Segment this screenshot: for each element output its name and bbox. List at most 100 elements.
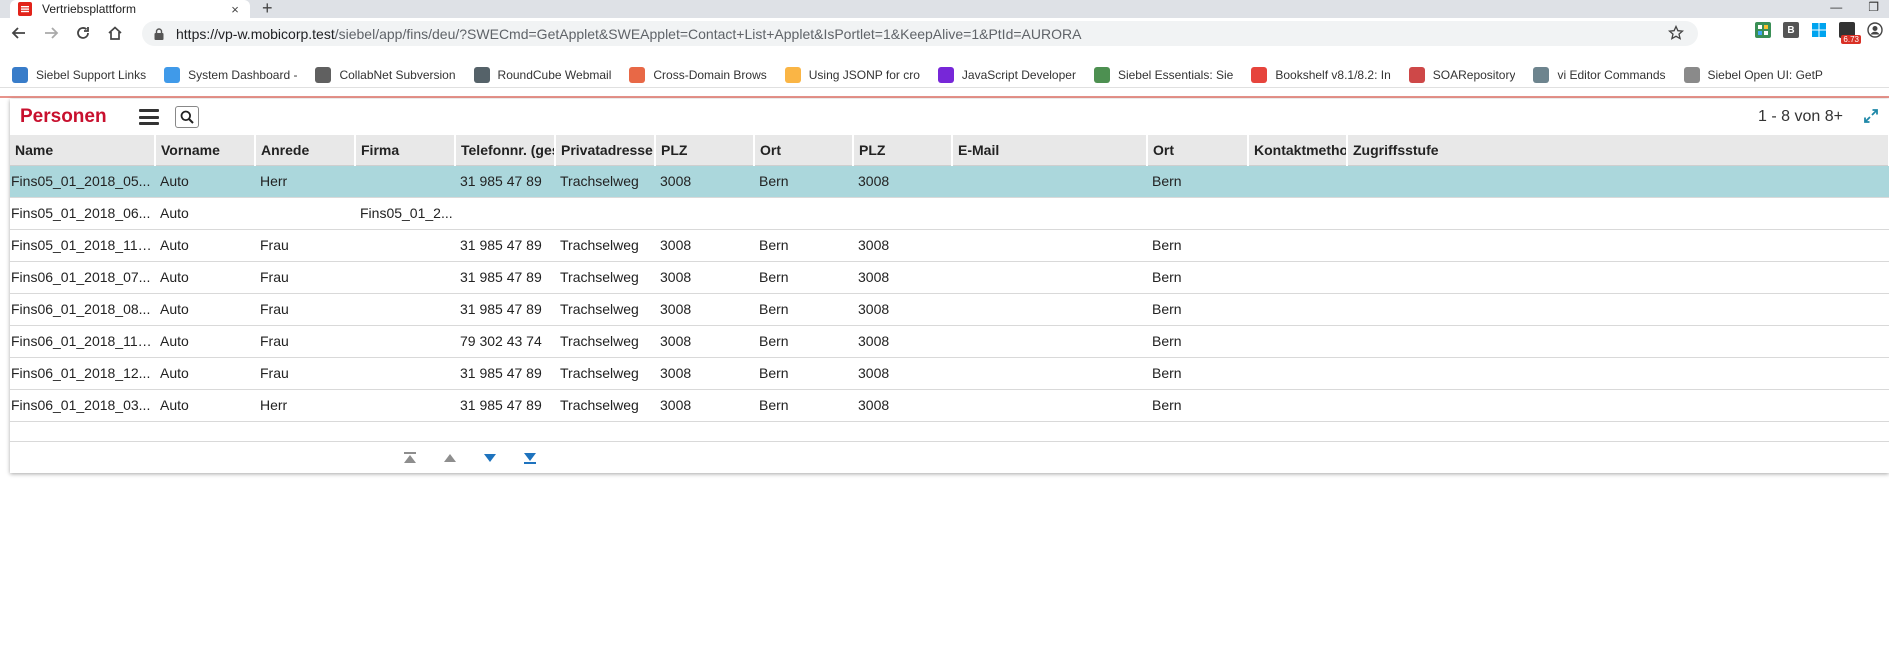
table-cell[interactable]: Herr: [255, 389, 355, 422]
table-cell[interactable]: Bern: [754, 325, 853, 358]
browser-tab[interactable]: Vertriebsplattform ×: [10, 0, 250, 18]
bookmark-item[interactable]: Using JSONP for cro: [784, 66, 920, 83]
table-cell[interactable]: 3008: [655, 325, 754, 358]
table-cell[interactable]: [1248, 325, 1347, 358]
bookmark-star-icon[interactable]: [1667, 24, 1685, 44]
search-button[interactable]: [174, 106, 199, 128]
table-cell[interactable]: [952, 357, 1147, 390]
table-cell[interactable]: 31 985 47 89: [455, 165, 555, 198]
table-cell[interactable]: [952, 293, 1147, 326]
table-cell[interactable]: 3008: [655, 389, 754, 422]
bookmark-item[interactable]: RoundCube Webmail: [473, 66, 611, 83]
table-cell[interactable]: Trachselweg: [555, 357, 655, 390]
column-header[interactable]: Zugriffsstufe: [1347, 135, 1889, 166]
column-header[interactable]: PLZ: [655, 135, 755, 166]
table-cell[interactable]: [355, 261, 455, 294]
table-cell[interactable]: Frau: [255, 357, 355, 390]
table-cell[interactable]: [355, 165, 455, 198]
table-row[interactable]: Fins05_01_2018_05... Auto Herr 31 985 47 89…: [10, 165, 1889, 198]
next-page-icon[interactable]: [481, 451, 499, 465]
table-cell[interactable]: [1248, 197, 1347, 230]
table-cell[interactable]: 31 985 47 89: [455, 293, 555, 326]
bookmark-item[interactable]: JavaScript Developer: [937, 66, 1076, 83]
table-cell[interactable]: 31 985 47 89: [455, 389, 555, 422]
table-cell[interactable]: Bern: [1147, 165, 1248, 198]
table-cell[interactable]: [952, 165, 1147, 198]
table-cell[interactable]: [355, 229, 455, 262]
bookmark-item[interactable]: Siebel Essentials: Sie: [1093, 66, 1233, 83]
table-cell[interactable]: Bern: [754, 165, 853, 198]
table-cell[interactable]: 3008: [853, 165, 952, 198]
column-header[interactable]: E-Mail: [952, 135, 1148, 166]
table-cell[interactable]: Frau: [255, 325, 355, 358]
table-cell[interactable]: Auto: [155, 261, 255, 294]
table-cell[interactable]: [255, 197, 355, 230]
table-cell[interactable]: Bern: [754, 389, 853, 422]
table-cell[interactable]: Frau: [255, 293, 355, 326]
table-cell[interactable]: 3008: [655, 293, 754, 326]
extension-b-icon[interactable]: B: [1783, 22, 1799, 38]
forward-icon[interactable]: [38, 20, 64, 46]
table-cell[interactable]: [1347, 261, 1889, 294]
extension-grid-icon[interactable]: [1755, 22, 1771, 38]
table-cell[interactable]: Fins05_01_2018_11_...: [10, 229, 155, 262]
table-row[interactable]: Fins06_01_2018_12... Auto Frau 31 985 47 89…: [10, 357, 1889, 390]
table-cell[interactable]: [1347, 165, 1889, 198]
column-header[interactable]: Kontaktmethod: [1248, 135, 1348, 166]
table-cell[interactable]: [1147, 197, 1248, 230]
table-cell[interactable]: 3008: [853, 229, 952, 262]
table-cell[interactable]: Auto: [155, 357, 255, 390]
table-cell[interactable]: 3008: [655, 165, 754, 198]
table-cell[interactable]: [1347, 197, 1889, 230]
last-page-icon[interactable]: [521, 451, 539, 465]
table-cell[interactable]: Bern: [1147, 293, 1248, 326]
table-cell[interactable]: 31 985 47 89: [455, 357, 555, 390]
bookmark-item[interactable]: vi Editor Commands: [1533, 66, 1666, 83]
menu-icon[interactable]: [138, 109, 159, 125]
expand-icon[interactable]: [1863, 108, 1879, 129]
table-cell[interactable]: 31 985 47 89: [455, 261, 555, 294]
table-cell[interactable]: [1347, 389, 1889, 422]
table-cell[interactable]: Trachselweg: [555, 165, 655, 198]
table-cell[interactable]: Auto: [155, 197, 255, 230]
table-cell[interactable]: Fins06_01_2018_11_...: [10, 325, 155, 358]
table-cell[interactable]: [952, 389, 1147, 422]
table-cell[interactable]: Auto: [155, 165, 255, 198]
table-cell[interactable]: 3008: [853, 261, 952, 294]
table-row[interactable]: Fins06_01_2018_11_... Auto Frau 79 302 43 7…: [10, 325, 1889, 358]
back-icon[interactable]: [6, 20, 32, 46]
table-cell[interactable]: [355, 293, 455, 326]
table-cell[interactable]: Bern: [1147, 261, 1248, 294]
table-cell[interactable]: 3008: [655, 229, 754, 262]
table-cell[interactable]: Auto: [155, 229, 255, 262]
table-cell[interactable]: Bern: [754, 293, 853, 326]
table-cell[interactable]: Fins06_01_2018_12...: [10, 357, 155, 390]
table-cell[interactable]: 3008: [655, 261, 754, 294]
new-tab-button[interactable]: +: [262, 0, 273, 17]
table-cell[interactable]: [1248, 389, 1347, 422]
column-header[interactable]: Vorname: [155, 135, 256, 166]
table-cell[interactable]: Frau: [255, 229, 355, 262]
table-cell[interactable]: [1347, 325, 1889, 358]
table-cell[interactable]: Trachselweg: [555, 293, 655, 326]
table-cell[interactable]: Fins06_01_2018_08...: [10, 293, 155, 326]
table-cell[interactable]: [1248, 229, 1347, 262]
table-cell[interactable]: [853, 197, 952, 230]
column-header[interactable]: Name: [10, 135, 156, 166]
table-cell[interactable]: 3008: [853, 357, 952, 390]
table-cell[interactable]: Trachselweg: [555, 325, 655, 358]
table-cell[interactable]: [1248, 165, 1347, 198]
bookmark-item[interactable]: Cross-Domain Brows: [629, 66, 767, 83]
bookmark-item[interactable]: SOARepository: [1408, 66, 1515, 83]
table-cell[interactable]: [952, 325, 1147, 358]
table-cell[interactable]: Auto: [155, 389, 255, 422]
table-cell[interactable]: Auto: [155, 325, 255, 358]
column-header[interactable]: Privatadresse: [555, 135, 656, 166]
table-cell[interactable]: Fins05_01_2018_06...: [10, 197, 155, 230]
table-cell[interactable]: Fins05_01_2018_05...: [10, 165, 155, 198]
table-cell[interactable]: 3008: [853, 293, 952, 326]
table-row[interactable]: Fins06_01_2018_03... Auto Herr 31 985 47 89…: [10, 389, 1889, 422]
windows-icon[interactable]: [1811, 22, 1827, 38]
bookmark-item[interactable]: Bookshelf v8.1/8.2: In: [1251, 66, 1391, 83]
table-cell[interactable]: Fins05_01_2...: [355, 197, 455, 230]
